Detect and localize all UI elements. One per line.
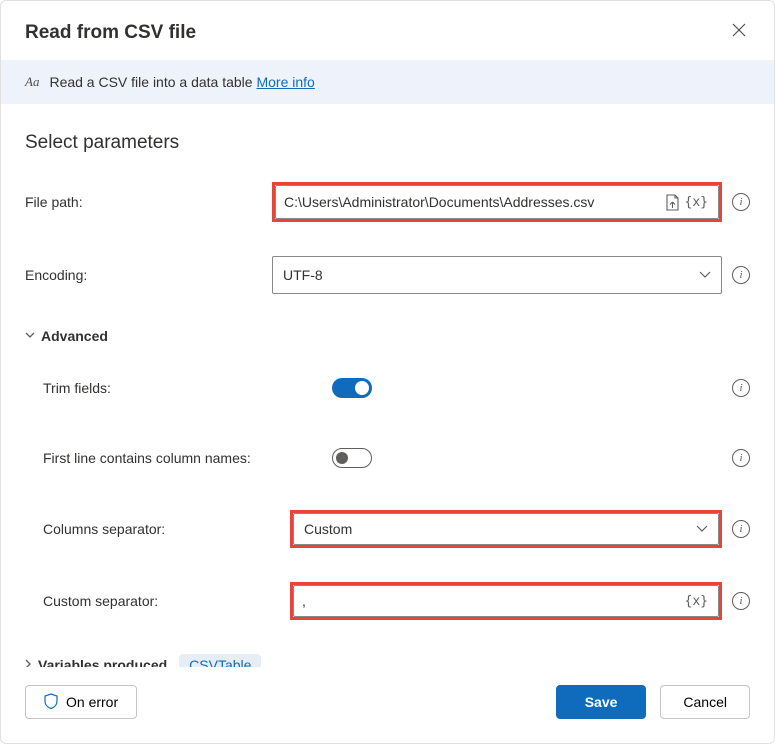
text-icon: Aa — [25, 74, 39, 90]
custom-separator-label: Custom separator: — [43, 593, 290, 609]
encoding-label: Encoding: — [25, 267, 272, 283]
encoding-select[interactable]: UTF-8 — [272, 256, 722, 294]
first-line-toggle[interactable] — [332, 448, 372, 468]
info-icon[interactable]: i — [732, 520, 750, 538]
dialog-content: Select parameters File path: C:\Users\Ad… — [1, 104, 774, 667]
advanced-section: Trim fields: i First line contains colum… — [25, 370, 750, 620]
file-path-label: File path: — [25, 194, 272, 210]
chevron-down-icon — [25, 330, 35, 342]
row-first-line: First line contains column names: i — [43, 440, 750, 476]
info-bar: Aa Read a CSV file into a data table Mor… — [1, 60, 774, 104]
row-variables-produced: Variables produced CSVTable — [25, 654, 750, 667]
cancel-button[interactable]: Cancel — [660, 685, 750, 719]
file-path-input[interactable]: C:\Users\Administrator\Documents\Address… — [275, 185, 719, 219]
columns-separator-label: Columns separator: — [43, 521, 290, 537]
custom-separator-value: , — [302, 593, 683, 609]
on-error-label: On error — [66, 694, 118, 710]
columns-separator-value: Custom — [304, 521, 352, 537]
chevron-down-icon — [696, 522, 708, 536]
chevron-down-icon — [699, 268, 711, 282]
file-picker-icon[interactable] — [663, 192, 683, 212]
variables-produced-toggle[interactable]: Variables produced — [25, 657, 167, 667]
row-columns-separator: Columns separator: Custom i — [43, 510, 750, 548]
row-trim-fields: Trim fields: i — [43, 370, 750, 406]
info-icon[interactable]: i — [732, 379, 750, 397]
trim-fields-label: Trim fields: — [43, 380, 332, 396]
row-file-path: File path: C:\Users\Administrator\Docume… — [25, 182, 750, 222]
custom-separator-highlight: , {x} — [290, 582, 722, 620]
close-icon[interactable] — [728, 19, 750, 46]
info-icon[interactable]: i — [732, 592, 750, 610]
custom-separator-input[interactable]: , {x} — [293, 585, 719, 617]
file-path-highlight: C:\Users\Administrator\Documents\Address… — [272, 182, 722, 222]
chevron-right-icon — [25, 659, 32, 668]
info-icon[interactable]: i — [732, 449, 750, 467]
variable-badge[interactable]: CSVTable — [179, 654, 261, 667]
dialog-footer: On error Save Cancel — [1, 667, 774, 743]
dialog-title: Read from CSV file — [25, 22, 196, 44]
variables-produced-label: Variables produced — [38, 657, 167, 667]
encoding-value: UTF-8 — [283, 267, 323, 283]
save-button[interactable]: Save — [556, 685, 647, 719]
advanced-toggle[interactable]: Advanced — [25, 328, 750, 344]
on-error-button[interactable]: On error — [25, 685, 137, 719]
more-info-link[interactable]: More info — [256, 74, 314, 90]
file-path-value: C:\Users\Administrator\Documents\Address… — [284, 194, 659, 210]
trim-fields-toggle[interactable] — [332, 378, 372, 398]
row-custom-separator: Custom separator: , {x} i — [43, 582, 750, 620]
info-icon[interactable]: i — [732, 193, 750, 211]
row-encoding: Encoding: UTF-8 i — [25, 256, 750, 294]
info-text: Read a CSV file into a data table More i… — [49, 74, 314, 90]
first-line-label: First line contains column names: — [43, 450, 332, 466]
variable-icon[interactable]: {x} — [683, 195, 710, 210]
columns-separator-highlight: Custom — [290, 510, 722, 548]
dialog-read-csv: Read from CSV file Aa Read a CSV file in… — [0, 0, 775, 744]
section-title: Select parameters — [25, 132, 750, 154]
shield-icon — [44, 693, 58, 712]
variable-icon[interactable]: {x} — [683, 594, 710, 609]
columns-separator-select[interactable]: Custom — [293, 513, 719, 545]
info-icon[interactable]: i — [732, 266, 750, 284]
dialog-header: Read from CSV file — [1, 1, 774, 60]
advanced-label: Advanced — [41, 328, 108, 344]
